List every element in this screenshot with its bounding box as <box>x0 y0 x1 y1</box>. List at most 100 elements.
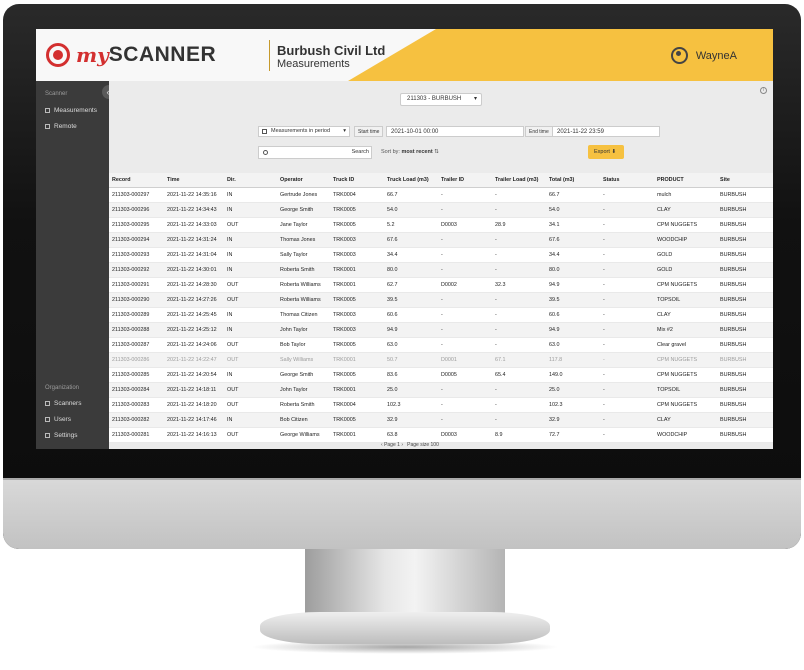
table-cell: - <box>603 267 605 273</box>
sidebar-item-measurements[interactable]: Measurements <box>45 107 97 114</box>
table-cell: OUT <box>227 297 239 303</box>
sidebar-item-users[interactable]: Users <box>45 416 71 423</box>
table-row[interactable]: 211303-000282 2021-11-22 14:17:46 IN Bob Ci… <box>109 413 773 428</box>
table-cell: - <box>603 327 605 333</box>
period-select[interactable]: Measurements in period ▾ <box>258 126 350 137</box>
column-header[interactable]: Trailer Load (m3) <box>492 177 546 183</box>
column-header[interactable]: Record <box>109 177 164 183</box>
table-cell: George Williams <box>280 432 320 438</box>
table-cell: 211303-000294 <box>112 237 150 243</box>
company-name: Burbush Civil Ltd <box>277 43 386 58</box>
page-size-label: Page size <box>407 442 430 448</box>
start-time-field[interactable]: 2021-10-01 00:00 <box>386 126 524 137</box>
column-header[interactable]: Site <box>717 177 773 183</box>
table-cell: 94.9 <box>387 327 398 333</box>
table-cell: 211303-000281 <box>112 432 150 438</box>
table-cell: Mix #2 <box>657 327 673 333</box>
table-cell: TOPSOIL <box>657 387 681 393</box>
column-header[interactable]: Truck ID <box>330 177 384 183</box>
column-header[interactable]: Operator <box>277 177 330 183</box>
column-header[interactable]: Time <box>164 177 224 183</box>
table-cell: - <box>441 327 443 333</box>
search-input[interactable]: Search <box>258 146 372 159</box>
table-row[interactable]: 211303-000283 2021-11-22 14:18:20 OUT Rober… <box>109 398 773 413</box>
table-row[interactable]: 211303-000291 2021-11-22 14:28:30 OUT Rober… <box>109 278 773 293</box>
sidebar-heading-scanner: Scanner <box>45 91 68 97</box>
table-cell: - <box>441 387 443 393</box>
table-cell: - <box>441 402 443 408</box>
sidebar-item-label: Users <box>54 416 71 423</box>
page-size-value[interactable]: 100 <box>431 442 439 448</box>
start-time-label: Start time <box>354 126 384 137</box>
scanner-select-value: 211303 - BURBUSH <box>407 96 462 102</box>
column-header[interactable]: Truck Load (m3) <box>384 177 438 183</box>
table-cell: BURBUSH <box>720 387 747 393</box>
table-row[interactable]: 211303-000296 2021-11-22 14:34:43 IN George… <box>109 203 773 218</box>
end-time-field[interactable]: 2021-11-22 23:59 <box>552 126 660 137</box>
table-cell: D0005 <box>441 372 457 378</box>
info-icon[interactable]: i <box>760 87 767 94</box>
table-cell: 94.9 <box>549 282 560 288</box>
sort-control[interactable]: Sort by: most recent ⇅ <box>381 149 439 155</box>
table-row[interactable]: 211303-000294 2021-11-22 14:31:24 IN Thomas… <box>109 233 773 248</box>
table-cell: 5.2 <box>387 222 395 228</box>
table-cell: 60.6 <box>549 312 560 318</box>
user-menu[interactable]: WayneA <box>670 47 737 64</box>
table-row[interactable]: 211303-000287 2021-11-22 14:24:06 OUT Bob T… <box>109 338 773 353</box>
table-cell: 63.8 <box>387 432 398 438</box>
column-header[interactable]: PRODUCT <box>654 177 717 183</box>
table-row[interactable]: 211303-000284 2021-11-22 14:18:11 OUT John … <box>109 383 773 398</box>
table-cell: CPM NUGGETS <box>657 372 698 378</box>
table-row[interactable]: 211303-000286 2021-11-22 14:22:47 OUT Sally… <box>109 353 773 368</box>
table-row[interactable]: 211303-000289 2021-11-22 14:25:45 IN Thomas… <box>109 308 773 323</box>
sidebar-item-scanners[interactable]: Scanners <box>45 400 81 407</box>
column-header[interactable]: Status <box>600 177 654 183</box>
table-row[interactable]: 211303-000285 2021-11-22 14:20:54 IN George… <box>109 368 773 383</box>
table-cell: - <box>495 342 497 348</box>
table-cell: TRK0005 <box>333 297 356 303</box>
scanner-select[interactable]: 211303 - BURBUSH ▾ <box>400 93 482 106</box>
next-page-button[interactable]: › <box>401 442 403 448</box>
main-content: 211303 - BURBUSH ▾ i Measurements in per… <box>109 81 773 449</box>
table-cell: TRK0003 <box>333 252 356 258</box>
table-row[interactable]: 211303-000281 2021-11-22 14:16:13 OUT Georg… <box>109 428 773 443</box>
table-cell: Bob Citizen <box>280 417 308 423</box>
sidebar: Scanner Measurements Remote Organization… <box>36 81 109 449</box>
table-cell: 102.3 <box>387 402 401 408</box>
table-cell: - <box>495 237 497 243</box>
table-row[interactable]: 211303-000292 2021-11-22 14:30:01 IN Robert… <box>109 263 773 278</box>
table-cell: 32.3 <box>495 282 506 288</box>
table-cell: CPM NUGGETS <box>657 402 698 408</box>
table-row[interactable]: 211303-000297 2021-11-22 14:35:16 IN Gertru… <box>109 188 773 203</box>
table-cell: 2021-11-22 14:31:04 <box>167 252 217 258</box>
column-header[interactable]: Total (m3) <box>546 177 600 183</box>
search-button[interactable]: Search <box>352 149 369 155</box>
column-header[interactable]: Dir. <box>224 177 277 183</box>
download-icon: ⬇ <box>611 149 617 155</box>
table-cell: TRK0001 <box>333 282 356 288</box>
export-button[interactable]: Export ⬇ <box>588 145 624 159</box>
chevron-down-icon: ▾ <box>343 128 346 134</box>
table-cell: TRK0003 <box>333 327 356 333</box>
myscanner-logo[interactable]: my SCANNER <box>46 41 216 69</box>
table-cell: 28.9 <box>495 222 506 228</box>
page-label: Page <box>384 442 396 448</box>
table-cell: 2021-11-22 14:25:12 <box>167 327 217 333</box>
prev-page-button[interactable]: ‹ <box>381 442 383 448</box>
sidebar-item-remote[interactable]: Remote <box>45 123 77 130</box>
table-cell: - <box>603 357 605 363</box>
table-row[interactable]: 211303-000290 2021-11-22 14:27:26 OUT Rober… <box>109 293 773 308</box>
table-cell: - <box>495 297 497 303</box>
stand-neck <box>305 549 505 619</box>
table-cell: - <box>603 432 605 438</box>
table-cell: - <box>495 312 497 318</box>
sidebar-item-label: Measurements <box>54 107 97 114</box>
table-row[interactable]: 211303-000293 2021-11-22 14:31:04 IN Sally … <box>109 248 773 263</box>
table-row[interactable]: 211303-000295 2021-11-22 14:33:03 OUT Jane … <box>109 218 773 233</box>
table-row[interactable]: 211303-000288 2021-11-22 14:25:12 IN John T… <box>109 323 773 338</box>
column-header[interactable]: Trailer ID <box>438 177 492 183</box>
sort-prefix: Sort by: <box>381 149 400 155</box>
period-select-value: Measurements in period <box>271 128 331 134</box>
sidebar-item-settings[interactable]: Settings <box>45 432 78 439</box>
table-cell: BURBUSH <box>720 297 747 303</box>
